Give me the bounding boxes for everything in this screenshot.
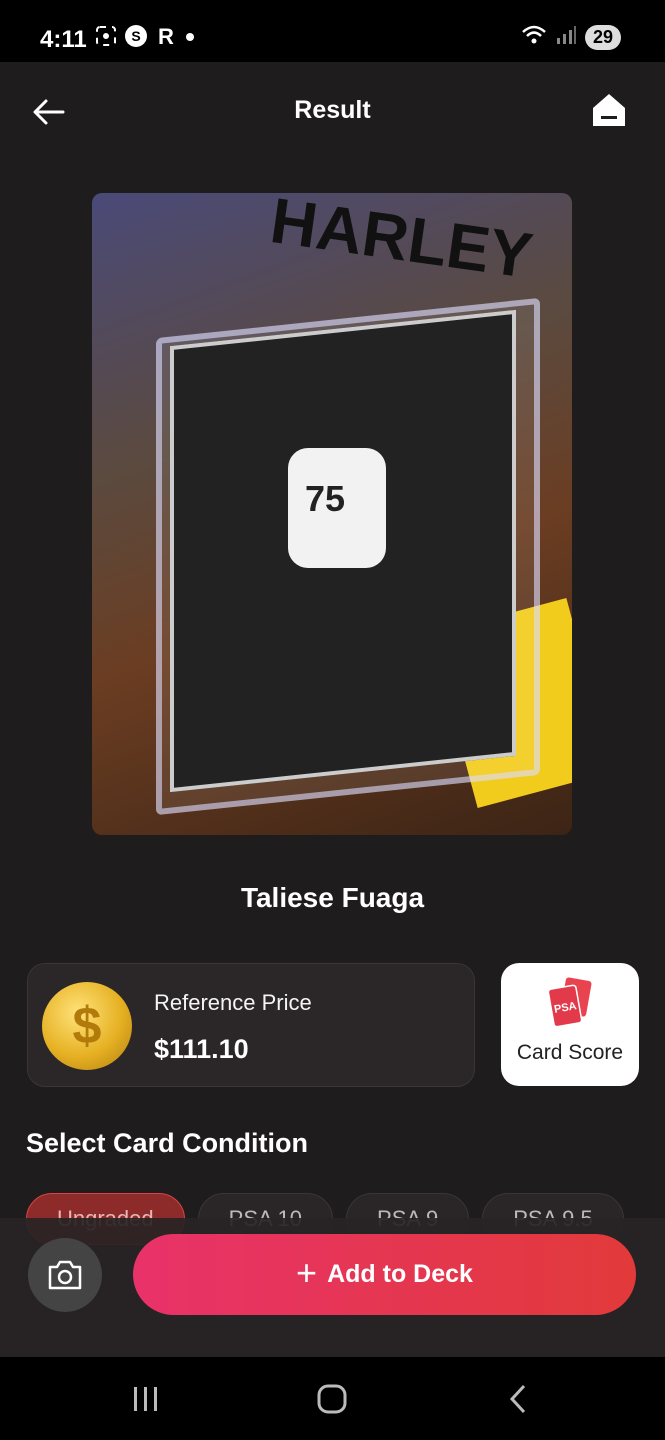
card-score-label: Card Score	[516, 1041, 624, 1064]
recents-button[interactable]	[126, 1382, 166, 1416]
status-time: 4:11	[40, 26, 87, 53]
home-system-button[interactable]	[312, 1382, 352, 1416]
camera-button[interactable]	[28, 1238, 102, 1312]
system-back-button[interactable]	[498, 1382, 538, 1416]
status-bar: 4:11 S R 29	[0, 0, 665, 62]
r-app-icon: R	[154, 24, 178, 53]
price-label: Reference Price	[154, 990, 312, 1015]
page-title: Result	[294, 96, 371, 124]
battery-indicator: 29	[584, 25, 621, 50]
reference-price-card: $ Reference Price $111.10	[27, 963, 475, 1087]
condition-title: Select Card Condition	[26, 1128, 309, 1158]
header: Result	[0, 62, 665, 160]
s-app-icon: S	[124, 24, 148, 53]
card-photo: HARLEY 75	[92, 193, 572, 835]
add-to-deck-label: Add to Deck	[327, 1260, 473, 1288]
recents-icon	[134, 1387, 157, 1411]
home-icon	[593, 94, 625, 126]
status-icons: S R	[94, 24, 196, 53]
system-nav-bar	[0, 1357, 665, 1440]
wifi-icon	[521, 24, 547, 51]
svg-text:R: R	[158, 24, 174, 48]
home-circle-icon	[317, 1384, 347, 1414]
psa-cards-icon: PSA	[545, 977, 597, 1029]
home-button[interactable]	[589, 90, 629, 130]
chevron-left-icon	[509, 1384, 526, 1414]
price-value: $111.10	[154, 1034, 249, 1064]
coin-symbol: $	[72, 997, 102, 1055]
notification-dot-icon	[184, 30, 196, 48]
svg-text:S: S	[131, 28, 140, 44]
card-score-button[interactable]: PSA Card Score	[501, 963, 639, 1086]
signal-icon	[555, 24, 577, 51]
status-right: 29	[521, 24, 621, 51]
jersey-number: 75	[305, 478, 346, 519]
player-name: Taliese Fuaga	[240, 882, 425, 913]
plus-icon: +	[296, 1251, 318, 1293]
add-to-deck-button[interactable]: + Add to Deck	[133, 1234, 636, 1315]
coin-icon: $	[42, 982, 132, 1070]
camera-icon	[48, 1260, 82, 1290]
background-banner-text: HARLEY	[266, 193, 537, 292]
screenshot-icon	[94, 24, 118, 53]
